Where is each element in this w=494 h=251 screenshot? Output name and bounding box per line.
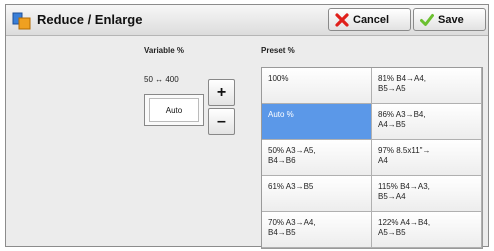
preset-option[interactable]: 97% 8.5x11"→ A4 [372, 140, 482, 176]
preset-option[interactable]: 100% [262, 68, 372, 104]
variable-heading: Variable % [144, 46, 185, 55]
preset-option[interactable]: 86% A3→B4, A4→B5 [372, 104, 482, 140]
variable-value-field[interactable]: Auto [144, 94, 204, 126]
window-title: Reduce / Enlarge [37, 12, 143, 27]
reduce-enlarge-window: Reduce / Enlarge Cancel Save Variable % … [5, 4, 489, 249]
increase-button[interactable]: + [208, 79, 235, 106]
decrease-button[interactable]: – [208, 108, 235, 135]
preset-option[interactable]: 70% A3→A4, B4→B5 [262, 212, 372, 248]
reduce-enlarge-icon [12, 12, 31, 30]
variable-value: Auto [149, 98, 199, 122]
cancel-label: Cancel [353, 13, 390, 26]
preset-heading: Preset % [261, 46, 295, 55]
cancel-x-icon [335, 12, 349, 27]
cancel-button[interactable]: Cancel [328, 8, 411, 31]
preset-option[interactable]: 115% B4→A3, B5→A4 [372, 176, 482, 212]
preset-grid: 100% 81% B4→A4, B5→A5 Auto % 86% A3→B4, … [261, 67, 483, 249]
checkmark-icon [420, 13, 434, 26]
preset-option[interactable]: 50% A3→A5, B4→B6 [262, 140, 372, 176]
preset-option[interactable]: 122% A4→B4, A5→B5 [372, 212, 482, 248]
save-button[interactable]: Save [413, 8, 486, 31]
preset-option[interactable]: Auto % [262, 104, 372, 140]
variable-range: 50 ↔ 400 [144, 75, 179, 84]
title-bar: Reduce / Enlarge Cancel Save [6, 5, 488, 36]
preset-option[interactable]: 61% A3→B5 [262, 176, 372, 212]
save-label: Save [438, 13, 464, 26]
preset-option[interactable]: 81% B4→A4, B5→A5 [372, 68, 482, 104]
